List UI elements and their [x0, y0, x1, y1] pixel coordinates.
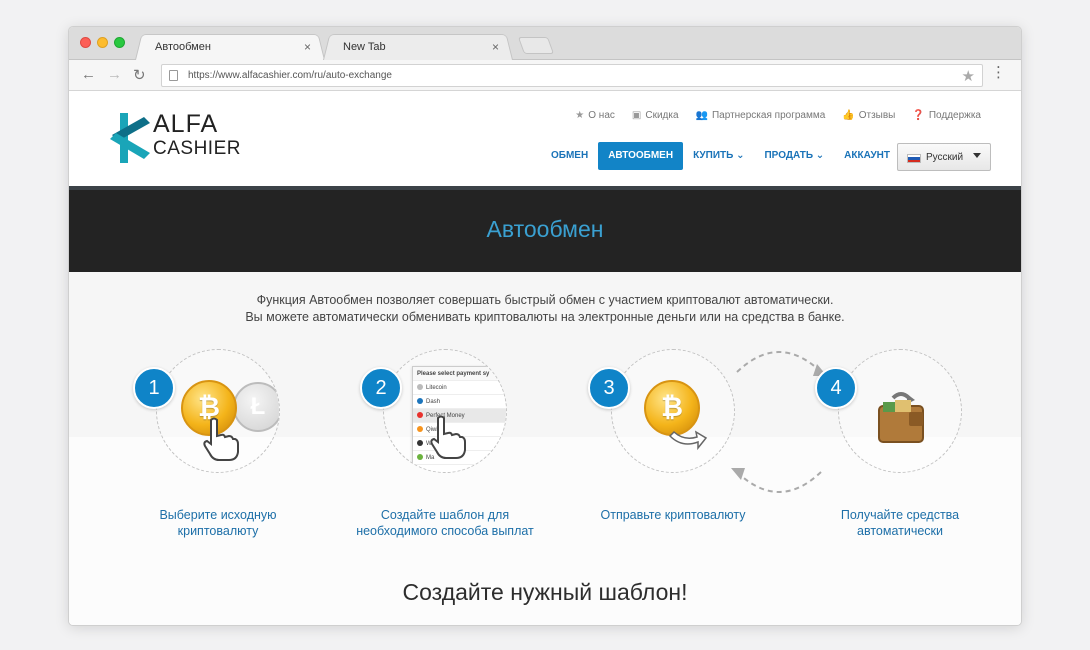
reload-icon[interactable]: ↻	[133, 66, 146, 84]
close-icon[interactable]: ×	[492, 40, 499, 54]
tab-title: Автообмен	[155, 41, 211, 53]
payment-option-litecoin: Litecoin	[413, 381, 506, 395]
russia-flag-icon	[907, 154, 921, 163]
link-support[interactable]: ❓ Поддержка	[912, 110, 981, 121]
language-label: Русский	[926, 152, 964, 163]
nav-exchange[interactable]: ОБМЕН	[541, 142, 598, 170]
site-logo[interactable]: ALFA CASHIER	[106, 109, 240, 169]
step-1-label[interactable]: Выберите исходную криптовалюту	[118, 507, 318, 539]
step-4-label[interactable]: Получайте средства автоматически	[800, 507, 1000, 539]
address-bar[interactable]: https://www.alfacashier.com/ru/auto-exch…	[161, 64, 983, 87]
step-1-badge: 1	[133, 367, 175, 409]
users-icon: 👥	[695, 110, 708, 121]
web-page: ALFA CASHIER ★ О нас ▣ Скидка 👥 Партнерс…	[69, 91, 1021, 625]
thumbs-up-icon: 👍	[842, 110, 855, 121]
tab-autoexchange[interactable]: Автообмен ×	[135, 32, 325, 60]
step-3-illustration: ₿	[611, 349, 735, 473]
browser-toolbar: ← → ↻ https://www.alfacashier.com/ru/aut…	[69, 60, 1021, 91]
wallet-icon	[878, 392, 924, 443]
star-icon: ★	[575, 110, 585, 121]
step-1-illustration: Ł ₿	[156, 349, 280, 473]
main-content: Функция Автообмен позволяет совершать бы…	[69, 272, 1021, 625]
help-icon: ❓	[912, 110, 925, 121]
nav-sell[interactable]: ПРОДАТЬ ⌄	[754, 142, 834, 170]
caret-down-icon	[973, 153, 981, 158]
step-3-badge: 3	[588, 367, 630, 409]
payment-option-dash: Dash	[413, 395, 506, 409]
step-2-label[interactable]: Создайте шаблон для необходимого способа…	[345, 507, 545, 539]
site-header: ALFA CASHIER ★ О нас ▣ Скидка 👥 Партнерс…	[69, 91, 1021, 188]
payment-list-header: Please select payment sy	[413, 367, 506, 381]
new-tab-button[interactable]	[517, 37, 555, 54]
url-text[interactable]: https://www.alfacashier.com/ru/auto-exch…	[188, 70, 392, 81]
step-4-badge: 4	[815, 367, 857, 409]
link-about[interactable]: ★ О нас	[575, 110, 615, 121]
step-2-illustration: Please select payment sy Litecoin Dash P…	[383, 349, 507, 473]
top-links: ★ О нас ▣ Скидка 👥 Партнерская программа…	[575, 110, 981, 121]
close-window-button[interactable]	[80, 37, 91, 48]
back-arrow-icon[interactable]: ←	[81, 66, 96, 83]
send-arrow-icon	[668, 430, 708, 451]
maximize-window-button[interactable]	[114, 37, 125, 48]
nav-account[interactable]: АККАУНТ	[834, 142, 900, 170]
minimize-window-button[interactable]	[97, 37, 108, 48]
hand-pointer-icon	[203, 417, 239, 461]
bookmark-star-icon[interactable]: ★	[962, 67, 975, 85]
browser-window: Автообмен × New Tab × ← → ↻ https://www.…	[68, 26, 1022, 626]
tab-title: New Tab	[343, 41, 386, 53]
language-select[interactable]: Русский	[897, 143, 991, 171]
section-subtitle: Создайте нужный шаблон!	[402, 579, 688, 605]
logo-mark-icon	[110, 113, 150, 163]
forward-arrow-icon[interactable]: →	[107, 66, 122, 83]
step-3-label[interactable]: Отправьте криптовалюту	[573, 507, 773, 523]
hand-pointer-icon	[430, 415, 466, 459]
ticket-icon: ▣	[631, 110, 642, 121]
main-nav: ОБМЕН АВТООБМЕН КУПИТЬ ⌄ ПРОДАТЬ ⌄ АККАУ…	[541, 142, 900, 170]
link-reviews[interactable]: 👍 Отзывы	[842, 110, 895, 121]
nav-autoexchange[interactable]: АВТООБМЕН	[598, 142, 684, 170]
tab-new-tab[interactable]: New Tab ×	[323, 32, 513, 60]
nav-buy[interactable]: КУПИТЬ ⌄	[683, 142, 754, 170]
browser-menu-icon[interactable]: ⋮	[991, 65, 1006, 80]
link-affiliate[interactable]: 👥 Партнерская программа	[696, 110, 826, 121]
page-icon	[169, 70, 178, 81]
page-banner: Автообмен	[69, 186, 1021, 272]
page-title: Автообмен	[486, 216, 604, 242]
step-2-badge: 2	[360, 367, 402, 409]
logo-text-alfa: ALFA	[153, 110, 219, 138]
link-discount[interactable]: ▣ Скидка	[632, 110, 679, 121]
close-icon[interactable]: ×	[304, 40, 311, 54]
tab-bar: Автообмен × New Tab ×	[69, 27, 1021, 60]
step-4-illustration	[838, 349, 962, 473]
logo-text-cashier: CASHIER	[153, 138, 241, 159]
